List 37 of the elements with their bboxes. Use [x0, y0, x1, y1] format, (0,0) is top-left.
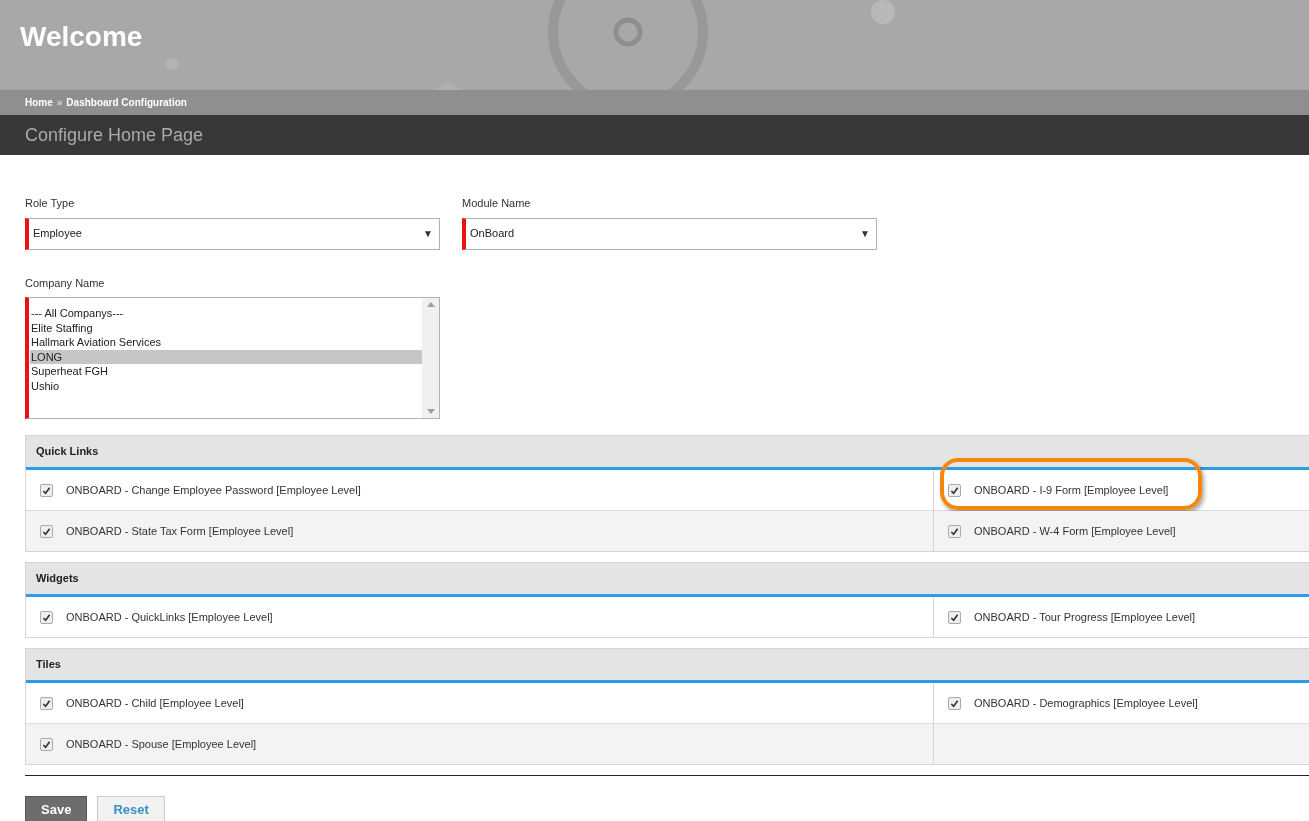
checkbox[interactable]	[40, 524, 53, 538]
banner-title: Welcome	[20, 21, 143, 52]
item-label: ONBOARD - Spouse [Employee Level]	[66, 736, 257, 752]
checkbox[interactable]	[948, 483, 961, 497]
save-button[interactable]: Save	[25, 796, 88, 821]
checkbox[interactable]	[40, 737, 53, 751]
list-option[interactable]: Elite Staffing	[30, 320, 422, 335]
item-label: ONBOARD - Child [Employee Level]	[66, 695, 244, 711]
field-label: Role Type	[25, 196, 76, 211]
section-title: Quick Links	[36, 444, 99, 460]
list-option[interactable]: LONG	[30, 349, 422, 364]
role-type-dropdown[interactable]: Employee ▼	[25, 217, 440, 250]
item-label: ONBOARD - Change Employee Password [Employee Level]	[66, 482, 361, 498]
page-title: Configure Home Page	[25, 123, 204, 147]
breadcrumb-separator: »	[56, 96, 63, 110]
field-label: Company Name	[25, 275, 106, 291]
checkbox[interactable]	[948, 524, 961, 538]
list-option[interactable]: Hallmark Aviation Services	[30, 335, 422, 350]
item-label: ONBOARD - W-4 Form [Employee Level]	[974, 523, 1176, 539]
list-option[interactable]: Superheat FGH	[30, 364, 422, 379]
module-name-dropdown[interactable]: OnBoard ▼	[462, 217, 877, 250]
list-option[interactable]: Ushio	[30, 378, 422, 393]
field-label: Module Name	[462, 196, 532, 211]
section-title: Widgets	[36, 571, 79, 587]
checkbox[interactable]	[948, 696, 961, 710]
item-label: ONBOARD - Tour Progress [Employee Level]	[974, 609, 1196, 625]
item-label: ONBOARD - State Tax Form [Employee Level]	[66, 523, 294, 539]
list-option[interactable]: --- All Companys---	[30, 306, 422, 321]
item-label: ONBOARD - I-9 Form [Employee Level]	[974, 482, 1169, 498]
checkbox[interactable]	[948, 610, 961, 624]
checkbox[interactable]	[40, 610, 53, 624]
item-label: ONBOARD - QuickLinks [Employee Level]	[66, 609, 273, 625]
company-listbox[interactable]: --- All Companys--- Elite Staffing Hallmark Aviation Services LONG Superheat FGH Ushio	[25, 297, 440, 419]
section-title: Tiles	[36, 657, 61, 673]
checkbox[interactable]	[40, 696, 53, 710]
item-label: ONBOARD - Demographics [Employee Level]	[974, 695, 1198, 711]
checkbox[interactable]	[40, 483, 53, 497]
